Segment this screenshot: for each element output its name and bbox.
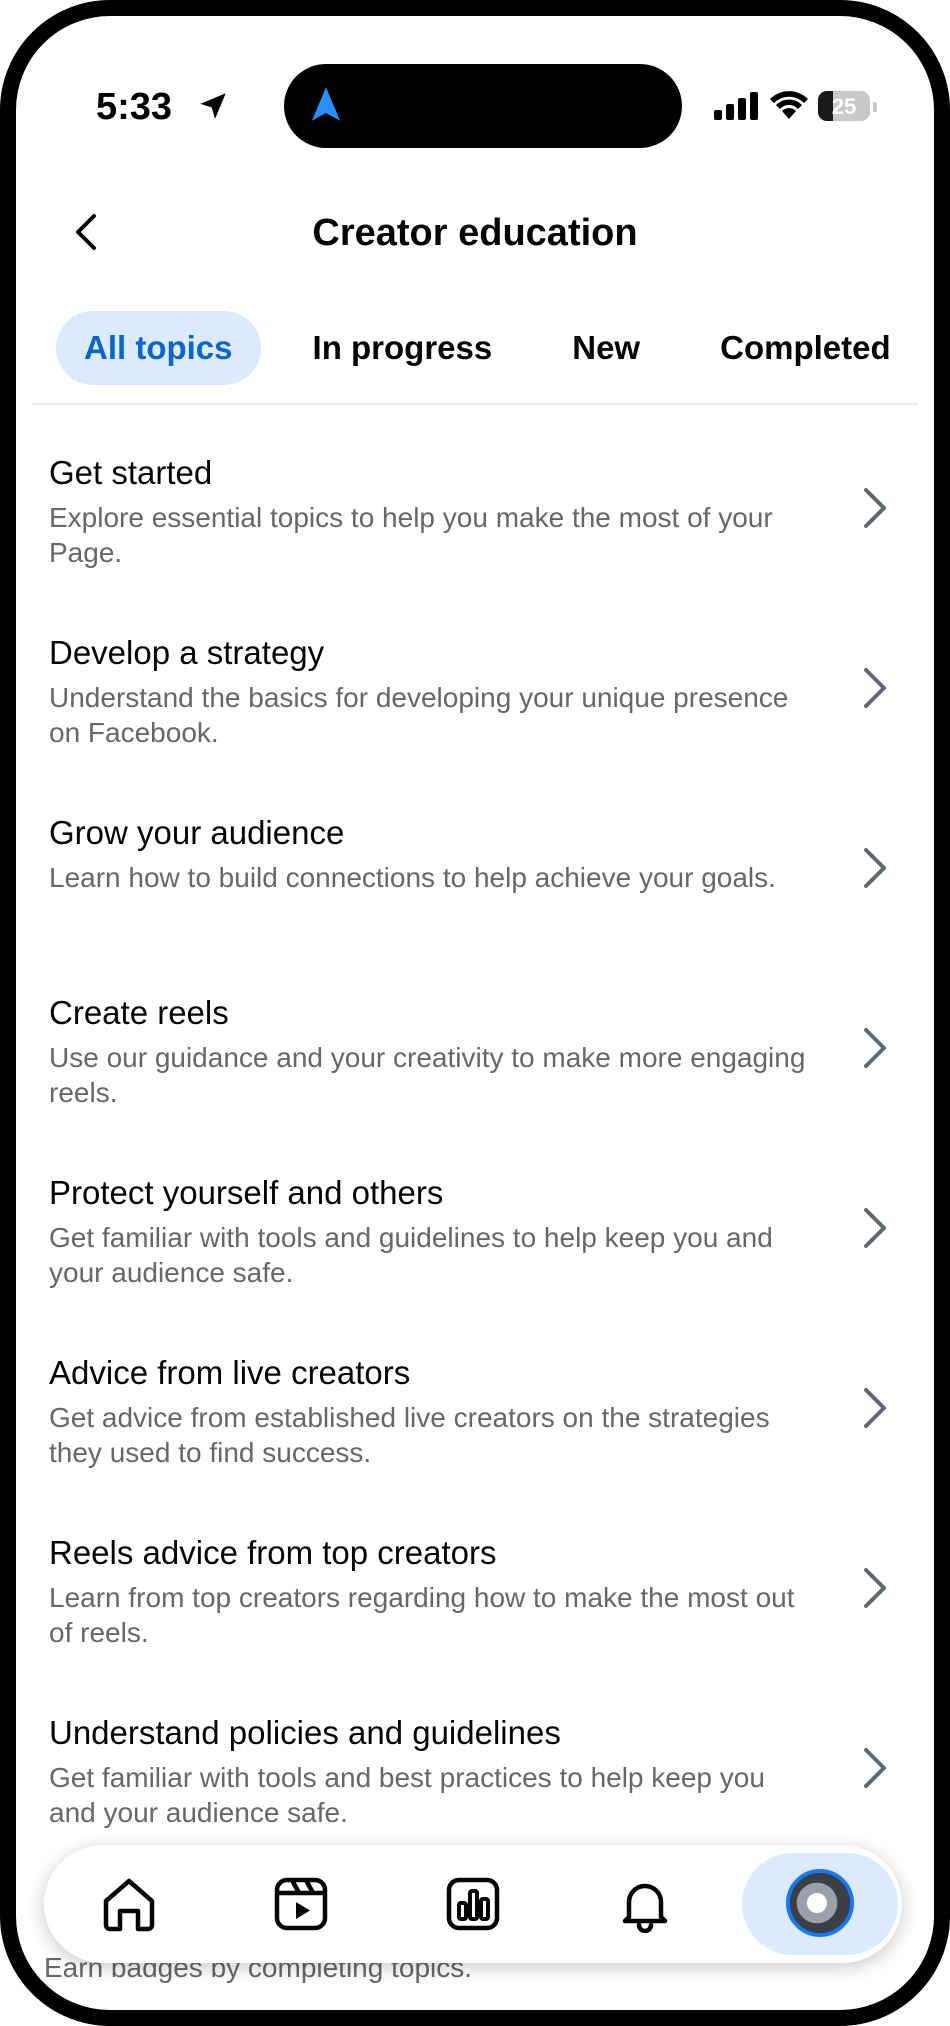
topic-title: Grow your audience [49,814,345,851]
home-icon [103,1878,155,1932]
bottom-navigation [44,1845,902,1963]
topic-title: Get started [49,454,213,491]
topic-title: Develop a strategy [49,634,325,671]
topic-title: Reels advice from top creators [49,1534,497,1571]
chevron-right-icon [864,1568,886,1608]
chevron-right-icon [864,488,886,528]
wifi-icon [770,91,808,119]
status-time: 5:33 [96,86,173,128]
tab-all-topics[interactable]: All topics [56,311,261,385]
nav-reels[interactable] [256,1859,346,1949]
battery-nub [873,102,877,112]
tab-completed[interactable]: Completed [692,311,919,385]
topic-tabs: All topics In progress New Completed [56,311,934,385]
tab-in-progress[interactable]: In progress [285,311,521,385]
location-arrow-icon [200,93,226,119]
profile-avatar[interactable] [786,1869,854,1937]
topic-item-get-started[interactable]: Get started Explore essential topics to … [16,406,934,586]
insights-icon [446,1877,500,1931]
bell-icon [622,1883,668,1933]
topic-item-develop-strategy[interactable]: Develop a strategy Understand the basics… [16,586,934,766]
topic-item-reels-advice[interactable]: Reels advice from top creators Learn fro… [16,1486,934,1666]
topic-item-create-reels[interactable]: Create reels Use our guidance and your c… [16,946,934,1126]
chevron-right-icon [864,1028,886,1068]
nav-notifications[interactable] [600,1859,690,1949]
tabs-divider [32,403,918,405]
topic-item-protect-yourself[interactable]: Protect yourself and others Get familiar… [16,1126,934,1306]
nav-home[interactable] [84,1859,174,1949]
chevron-right-icon [864,1748,886,1788]
topic-item-grow-audience[interactable]: Grow your audience Learn how to build co… [16,766,934,946]
cellular-signal-icon [714,92,758,120]
topic-description: Get familiar with tools and guidelines t… [49,1222,773,1288]
topic-item-policies[interactable]: Understand policies and guidelines Get f… [16,1666,934,1846]
page-title: Creator education [312,212,638,254]
topic-title: Create reels [49,994,229,1031]
topic-description: Get familiar with tools and best practic… [49,1762,765,1828]
chevron-right-icon [864,848,886,888]
battery-icon: 25 [818,91,870,121]
dynamic-island [284,64,682,148]
chevron-right-icon [864,668,886,708]
topic-list: Get started Explore essential topics to … [16,406,934,1846]
nav-insights[interactable] [428,1859,518,1949]
topic-title: Advice from live creators [49,1354,411,1391]
topic-description: Use our guidance and your creativity to … [49,1042,806,1108]
topic-description: Learn from top creators regarding how to… [49,1582,795,1648]
chevron-right-icon [864,1388,886,1428]
battery-level: 25 [831,94,857,119]
topic-description: Explore essential topics to help you mak… [49,502,773,568]
topic-description: Get advice from established live creator… [49,1402,770,1468]
topic-description: Learn how to build connections to help a… [49,862,776,893]
topic-item-live-creators[interactable]: Advice from live creators Get advice fro… [16,1306,934,1486]
tab-new[interactable]: New [544,311,668,385]
navigation-icon [311,87,341,121]
reels-icon [274,1877,328,1931]
topic-description: Understand the basics for developing you… [49,682,789,748]
app-screen: 5:33 25 Creator education All topics In … [16,16,934,2010]
topic-title: Protect yourself and others [49,1174,444,1211]
chevron-right-icon [864,1208,886,1248]
topic-title: Understand policies and guidelines [49,1714,561,1751]
